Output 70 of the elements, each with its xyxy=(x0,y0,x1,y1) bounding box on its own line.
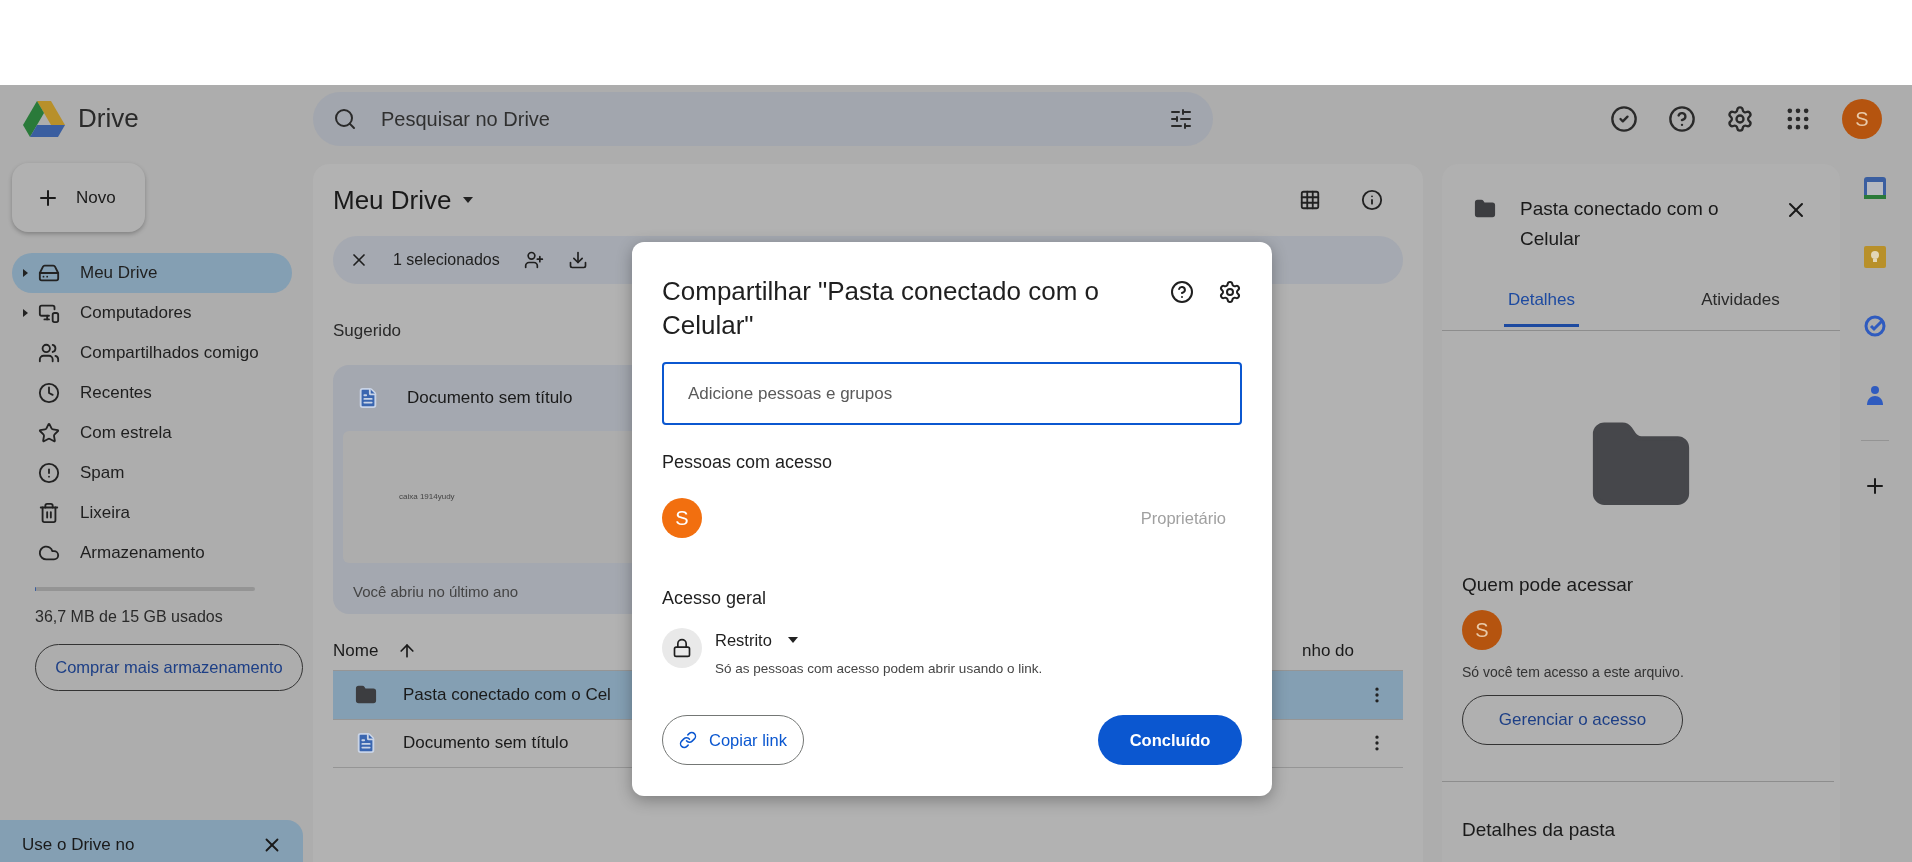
download-icon[interactable] xyxy=(567,250,588,270)
nav-item[interactable]: Meu Drive xyxy=(12,253,292,293)
card-title: Documento sem título xyxy=(407,386,573,409)
nav-item[interactable]: Spam xyxy=(12,453,292,493)
access-description: Só as pessoas com acesso podem abrir usando o link. xyxy=(715,659,1043,678)
selection-count: 1 selecionados xyxy=(393,250,500,270)
section-label: Sugerido xyxy=(333,320,402,342)
folder-icon xyxy=(355,683,377,706)
check-circle-icon[interactable] xyxy=(1610,104,1638,133)
nav-icon xyxy=(38,342,60,364)
nav-item[interactable]: Compartilhados comigo xyxy=(12,333,292,373)
link-icon xyxy=(679,731,697,749)
nav-icon xyxy=(38,382,60,404)
dialog-title: Compartilhar "Pasta conectado com o Celular" xyxy=(662,275,1100,342)
help-icon[interactable] xyxy=(1170,280,1194,304)
file-name: Pasta conectado com o Cel xyxy=(403,683,611,706)
folder-title-button[interactable]: Meu Drive xyxy=(333,180,474,220)
nav-item[interactable]: Lixeira xyxy=(12,493,292,533)
nav-item[interactable]: Computadores xyxy=(12,293,292,333)
folder-icon xyxy=(1474,198,1496,220)
user-avatar: S xyxy=(662,498,702,538)
file-name: Documento sem título xyxy=(403,732,569,755)
nav-item[interactable]: Com estrela xyxy=(12,413,292,453)
tab[interactable]: Detalhes xyxy=(1442,274,1641,330)
nav-item[interactable]: Recentes xyxy=(12,373,292,413)
add-people-field[interactable]: Adicione pessoas e grupos xyxy=(662,362,1242,425)
nav-item[interactable]: Armazenamento xyxy=(12,533,292,573)
nav-icon xyxy=(38,422,60,444)
nav-icon xyxy=(38,462,60,484)
document-icon xyxy=(355,732,377,754)
search-input[interactable]: Pesquisar no Drive xyxy=(381,103,1145,134)
grid-view-icon[interactable] xyxy=(1299,189,1321,211)
caret-icon xyxy=(463,197,474,203)
access-text: Só você tem acesso a este arquivo. xyxy=(1461,662,1685,682)
folder-details-heading: Detalhes da pasta xyxy=(1461,817,1617,842)
user-avatar: S xyxy=(1462,609,1502,650)
nav-icon xyxy=(38,502,60,524)
banner-text: Use o Drive no xyxy=(22,834,135,857)
done-button[interactable]: Concluído xyxy=(1098,715,1242,765)
share-icon[interactable] xyxy=(523,250,544,270)
new-button[interactable]: Novo xyxy=(12,163,145,232)
role-label: Proprietário xyxy=(1140,507,1226,529)
drive-logo-icon xyxy=(22,98,66,139)
app-name: Drive xyxy=(78,102,139,135)
search-bar[interactable]: Pesquisar no Drive xyxy=(313,91,1213,146)
search-icon xyxy=(333,106,357,131)
task-check-icon[interactable] xyxy=(1863,314,1887,338)
nav-icon xyxy=(38,262,60,284)
manage-access-button[interactable]: Gerenciar o acesso xyxy=(1462,694,1683,745)
nav-icon xyxy=(38,302,60,324)
storage-text: 36,7 MB de 15 GB usados xyxy=(35,607,224,627)
caret-icon xyxy=(787,637,798,644)
tab[interactable]: Atividades xyxy=(1641,274,1840,330)
info-icon[interactable] xyxy=(1361,189,1383,211)
filter-icon[interactable] xyxy=(1169,106,1193,131)
column-header[interactable]: Nome xyxy=(333,637,397,664)
lock-icon xyxy=(662,628,702,668)
access-heading: Quem pode acessar xyxy=(1461,573,1635,597)
document-icon xyxy=(357,386,379,409)
settings-icon[interactable] xyxy=(1726,104,1754,133)
expand-arrow-icon[interactable] xyxy=(22,309,28,317)
column-header[interactable]: nho do xyxy=(1302,637,1354,664)
access-dropdown[interactable]: Restrito xyxy=(715,628,1043,653)
details-title: Pasta conectado com o Celular xyxy=(1520,197,1720,251)
settings-icon[interactable] xyxy=(1218,280,1242,304)
calendar-icon[interactable] xyxy=(1863,176,1887,200)
help-icon[interactable] xyxy=(1668,104,1696,133)
preview-text: caixa 1914yudy xyxy=(399,490,455,503)
expand-arrow-icon[interactable] xyxy=(22,269,28,277)
copy-link-button[interactable]: Copiar link xyxy=(662,715,804,765)
